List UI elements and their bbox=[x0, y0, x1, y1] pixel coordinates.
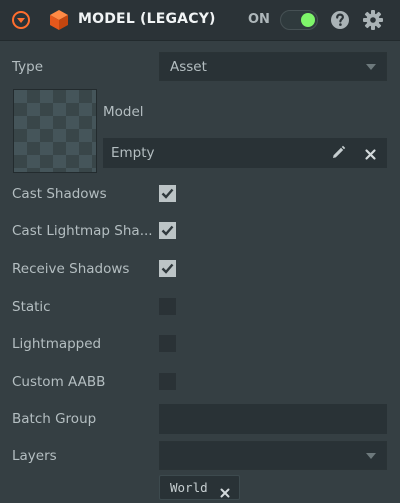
component-title: MODEL (LEGACY) bbox=[78, 11, 216, 27]
model-thumbnail[interactable] bbox=[13, 89, 97, 173]
layers-select[interactable] bbox=[159, 441, 387, 470]
receive-shadows-checkbox[interactable] bbox=[159, 260, 176, 277]
static-checkbox[interactable] bbox=[159, 298, 176, 315]
custom-aabb-checkbox[interactable] bbox=[159, 373, 176, 390]
checkmark-icon bbox=[161, 263, 174, 274]
layers-label: Layers bbox=[12, 448, 57, 464]
type-label: Type bbox=[12, 59, 44, 75]
checkmark-icon bbox=[161, 188, 174, 199]
type-select-value: Asset bbox=[170, 59, 207, 75]
cast-lightmap-shadows-label: Cast Lightmap Sha... bbox=[12, 223, 153, 239]
lightmapped-label: Lightmapped bbox=[12, 336, 102, 352]
enabled-toggle[interactable] bbox=[280, 10, 318, 30]
model-asset-value: Empty bbox=[111, 145, 155, 161]
help-icon[interactable] bbox=[330, 10, 350, 30]
enabled-label: ON bbox=[248, 12, 270, 27]
static-label: Static bbox=[12, 299, 51, 315]
gear-icon[interactable] bbox=[362, 9, 384, 31]
component-header: MODEL (LEGACY) ON bbox=[0, 0, 400, 41]
close-icon[interactable] bbox=[364, 146, 377, 160]
batch-group-label: Batch Group bbox=[12, 411, 97, 427]
custom-aabb-label: Custom AABB bbox=[12, 374, 106, 390]
toggle-knob bbox=[301, 13, 315, 27]
layer-tag: World bbox=[159, 475, 240, 500]
cast-shadows-checkbox[interactable] bbox=[159, 185, 176, 202]
model-label: Model bbox=[103, 104, 144, 120]
model-cube-icon bbox=[49, 9, 69, 31]
edit-icon[interactable] bbox=[331, 145, 346, 160]
chevron-down-icon bbox=[366, 64, 376, 70]
layer-tag-label: World bbox=[170, 480, 208, 495]
checkmark-icon bbox=[161, 225, 174, 236]
chevron-down-icon bbox=[366, 453, 376, 459]
close-icon[interactable] bbox=[220, 483, 230, 498]
model-asset-field[interactable]: Empty bbox=[103, 138, 387, 168]
lightmapped-checkbox[interactable] bbox=[159, 335, 176, 352]
cast-shadows-label: Cast Shadows bbox=[12, 186, 107, 202]
model-component-panel: MODEL (LEGACY) ON Type Asset Model Empty… bbox=[0, 0, 400, 503]
batch-group-input[interactable] bbox=[159, 404, 387, 434]
cast-lightmap-shadows-checkbox[interactable] bbox=[159, 222, 176, 239]
type-select[interactable]: Asset bbox=[159, 52, 387, 81]
collapse-icon[interactable] bbox=[11, 10, 31, 30]
receive-shadows-label: Receive Shadows bbox=[12, 261, 130, 277]
